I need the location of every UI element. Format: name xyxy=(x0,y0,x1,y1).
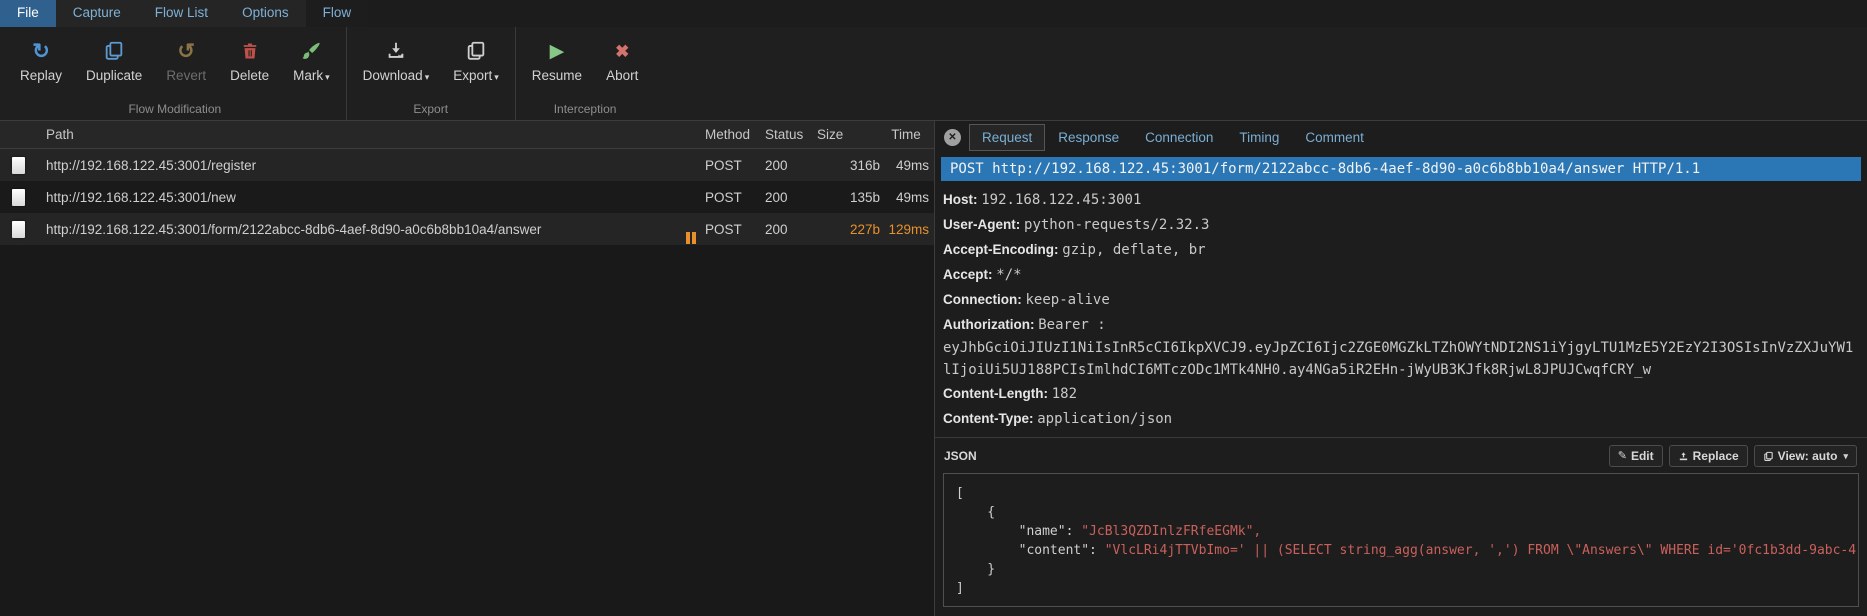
caret-down-icon: ▾ xyxy=(494,72,499,82)
replay-icon: ↻ xyxy=(32,39,50,63)
replace-body-button[interactable]: Replace xyxy=(1668,445,1748,467)
view-pages-icon xyxy=(1763,451,1774,462)
tab-comment[interactable]: Comment xyxy=(1292,124,1377,151)
view-mode-button[interactable]: View: auto ▾ xyxy=(1753,445,1857,467)
header-content-length[interactable]: Content-Length182 xyxy=(943,381,1859,406)
document-icon xyxy=(11,188,25,206)
menu-tab-options[interactable]: Options xyxy=(225,0,306,27)
toolbar-group-interception: ▶ Resume ✖ Abort Interception xyxy=(514,27,655,120)
menu-tab-flow[interactable]: Flow xyxy=(305,0,369,27)
flow-row-answer-intercepted[interactable]: http://192.168.122.45:3001/form/2122abcc… xyxy=(0,213,934,245)
delete-trash-icon xyxy=(240,36,260,66)
flow-row-new[interactable]: http://192.168.122.45:3001/new POST 200 … xyxy=(0,181,934,213)
intercept-pause-icon xyxy=(686,231,696,244)
group-caption-export: Export xyxy=(413,102,449,116)
header-host[interactable]: Host192.168.122.45:3001 xyxy=(943,187,1859,212)
header-authorization[interactable]: AuthorizationBearer : eyJhbGciOiJIUzI1Ni… xyxy=(943,312,1859,381)
flow-row-register[interactable]: http://192.168.122.45:3001/register POST… xyxy=(0,149,934,181)
abort-x-icon: ✖ xyxy=(615,41,630,61)
revert-button[interactable]: ↺ Revert xyxy=(154,34,218,85)
request-headers: Host192.168.122.45:3001 User-Agentpython… xyxy=(935,181,1867,431)
replay-button[interactable]: ↻ Replay xyxy=(8,34,74,85)
column-header-status[interactable]: Status xyxy=(751,127,811,142)
document-icon xyxy=(11,156,25,174)
json-body-viewer[interactable]: [ { "name": "JcBl3QZDInlzFRfeEGMk", "con… xyxy=(943,473,1859,607)
request-line[interactable]: POST http://192.168.122.45:3001/form/212… xyxy=(941,157,1861,181)
mark-button[interactable]: Mark ▾ xyxy=(281,34,342,85)
toolbar: ↻ Replay Duplicate ↺ Revert Delete Mark … xyxy=(0,27,1867,120)
close-detail-icon[interactable]: ✕ xyxy=(944,129,961,146)
export-button[interactable]: Export ▾ xyxy=(441,34,511,85)
flow-list-header: Path Method Status Size Time xyxy=(0,121,934,149)
toolbar-group-flow-modification: ↻ Replay Duplicate ↺ Revert Delete Mark … xyxy=(4,27,346,120)
body-format-label: JSON xyxy=(944,449,977,463)
edit-icon: ✎ xyxy=(1617,449,1627,462)
edit-body-button[interactable]: ✎ Edit xyxy=(1608,445,1663,467)
export-copy-icon xyxy=(465,36,487,66)
caret-down-icon: ▾ xyxy=(424,72,430,82)
jwt-token: eyJhbGciOiJIUzI1NiIsInR5cCI6IkpXVCJ9.eyJ… xyxy=(943,340,1854,378)
resume-button[interactable]: ▶ Resume xyxy=(520,34,594,85)
download-icon xyxy=(385,36,407,66)
upload-icon xyxy=(1678,451,1689,462)
resume-play-icon: ▶ xyxy=(549,40,565,62)
tab-response[interactable]: Response xyxy=(1045,124,1132,151)
revert-icon: ↺ xyxy=(177,39,195,63)
header-user-agent[interactable]: User-Agentpython-requests/2.32.3 xyxy=(943,212,1859,237)
column-header-time[interactable]: Time xyxy=(883,127,929,142)
tab-connection[interactable]: Connection xyxy=(1132,124,1226,151)
caret-down-icon: ▾ xyxy=(325,72,330,82)
menu-bar: File Capture Flow List Options Flow xyxy=(0,0,1867,27)
download-button[interactable]: Download ▾ xyxy=(351,34,442,85)
detail-tab-bar: ✕ Request Response Connection Timing Com… xyxy=(935,121,1867,154)
document-icon xyxy=(11,220,25,238)
column-header-method[interactable]: Method xyxy=(679,127,751,142)
header-content-type[interactable]: Content-Typeapplication/json xyxy=(943,406,1859,431)
tab-timing[interactable]: Timing xyxy=(1226,124,1292,151)
column-header-path[interactable]: Path xyxy=(36,127,679,142)
menu-tab-flow-list[interactable]: Flow List xyxy=(138,0,225,27)
flow-list-panel: Path Method Status Size Time http://192.… xyxy=(0,121,935,616)
main-area: Path Method Status Size Time http://192.… xyxy=(0,120,1867,616)
menu-tab-file[interactable]: File xyxy=(0,0,56,27)
tab-request[interactable]: Request xyxy=(969,124,1046,151)
mark-brush-icon xyxy=(300,36,322,66)
delete-button[interactable]: Delete xyxy=(218,34,281,85)
menu-bar-filler xyxy=(368,0,1867,27)
header-connection[interactable]: Connectionkeep-alive xyxy=(943,287,1859,312)
group-caption-interception: Interception xyxy=(553,102,617,116)
menu-tab-capture[interactable]: Capture xyxy=(56,0,138,27)
header-accept-encoding[interactable]: Accept-Encodinggzip, deflate, br xyxy=(943,237,1859,262)
header-accept[interactable]: Accept*/* xyxy=(943,262,1859,287)
duplicate-icon xyxy=(103,36,125,66)
duplicate-button[interactable]: Duplicate xyxy=(74,34,154,85)
toolbar-group-export: Download ▾ Export ▾ Export xyxy=(345,27,515,120)
caret-down-icon: ▾ xyxy=(1843,450,1848,461)
request-body-section: JSON ✎ Edit Replace View: auto ▾ [{"na… xyxy=(935,437,1867,607)
column-header-size[interactable]: Size xyxy=(811,127,883,142)
group-caption-flow-modification: Flow Modification xyxy=(128,102,222,116)
flow-detail-panel: ✕ Request Response Connection Timing Com… xyxy=(935,121,1867,616)
abort-button[interactable]: ✖ Abort xyxy=(594,34,650,85)
